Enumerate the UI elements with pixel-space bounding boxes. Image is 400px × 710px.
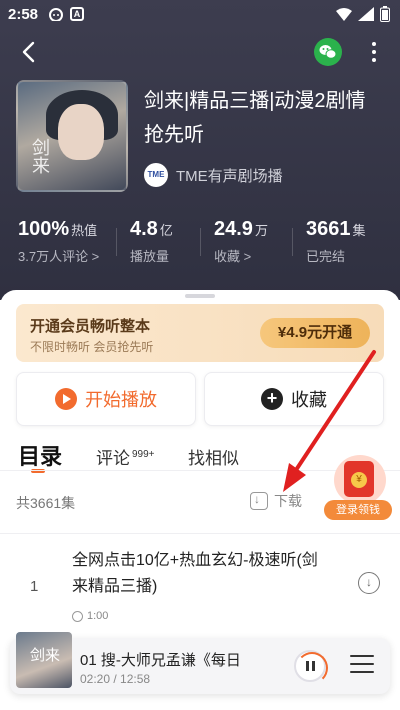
- pause-icon: [306, 661, 309, 671]
- stat-episodes: 3661 集 已完结: [306, 218, 366, 264]
- plus-icon: +: [261, 388, 283, 410]
- stat-plays-value: 4.8: [130, 218, 158, 240]
- episode-count: 共3661集: [16, 495, 76, 511]
- publisher[interactable]: TME TME有声剧场播: [144, 163, 283, 187]
- tab-similar[interactable]: 找相似: [188, 444, 239, 469]
- stat-favorites[interactable]: 24.9 万 收藏 >: [214, 218, 268, 265]
- status-bar: 2:58 A: [0, 0, 400, 30]
- stat-heat[interactable]: 100% 热值 3.7万人评论 >: [18, 218, 99, 265]
- action-buttons: 开始播放 + 收藏: [16, 372, 384, 426]
- stat-favorites-sub: 收藏 >: [214, 249, 252, 264]
- episode-meta: 1:00: [72, 610, 108, 622]
- stat-heat-value: 100%: [18, 218, 70, 240]
- stat-favorites-value: 24.9: [214, 218, 253, 240]
- list-item[interactable]: 1 全网点击10亿+热血玄幻-极速听(剑来精品三播) 1:00 ↓: [0, 542, 400, 632]
- playlist-icon: [350, 655, 374, 657]
- vip-title: 开通会员畅听整本: [30, 318, 151, 335]
- wechat-icon: [319, 45, 337, 59]
- player-title: 01 搜-大师兄孟谦《每日: [80, 652, 241, 669]
- publisher-logo: TME: [144, 163, 168, 187]
- comments-count: 999+: [132, 449, 155, 461]
- batch-download-button[interactable]: 下载: [250, 491, 302, 511]
- vip-open-button[interactable]: ¥4.9元开通: [260, 318, 370, 348]
- more-icon: [372, 42, 376, 46]
- login-reward-badge[interactable]: ¥ 登录领钱: [324, 455, 394, 525]
- publisher-name: TME有声剧场播: [176, 167, 283, 185]
- stat-plays-sub: 播放量: [130, 249, 170, 264]
- album-header: 2:58 A 剑来 剑来|精品三播|动漫2剧情抢先听 TME TME有声剧场播 …: [0, 0, 400, 300]
- pause-button[interactable]: [294, 650, 328, 684]
- album-title: 剑来|精品三播|动漫2剧情抢先听: [144, 90, 366, 146]
- favorite-button[interactable]: + 收藏: [204, 372, 384, 426]
- stat-episodes-value: 3661: [306, 218, 351, 240]
- status-right-icons: [336, 6, 390, 22]
- status-time: 2:58: [8, 6, 39, 23]
- mini-player[interactable]: 剑来 01 搜-大师兄孟谦《每日 02:20 / 12:58: [10, 632, 390, 694]
- stat-plays: 4.8 亿 播放量: [130, 218, 173, 264]
- player-cover-text: 剑来: [30, 646, 61, 664]
- clock-icon: [72, 610, 83, 622]
- top-nav: [0, 36, 400, 70]
- wechat-share-button[interactable]: [314, 38, 342, 66]
- battery-icon: [380, 6, 390, 22]
- album-cover[interactable]: 剑来: [16, 80, 128, 192]
- stats-row: 100% 热值 3.7万人评论 > 4.8 亿 播放量 24.9 万 收藏 > 366…: [0, 218, 400, 268]
- app-notification-icon: A: [70, 7, 84, 21]
- signal-icon: [358, 7, 374, 21]
- tab-comments[interactable]: 评论 999+: [96, 444, 155, 469]
- download-label: 下载: [274, 493, 302, 509]
- player-time: 02:20 / 12:58: [80, 672, 151, 686]
- episode-duration: 1:00: [87, 610, 109, 622]
- play-icon: [55, 388, 77, 410]
- episode-download-button[interactable]: ↓: [358, 572, 380, 594]
- stat-episodes-sub: 已完结: [306, 249, 346, 264]
- download-icon: [250, 492, 268, 510]
- vip-subtitle: 不限时畅听 会员抢先听: [30, 340, 154, 354]
- start-play-label: 开始播放: [85, 390, 157, 410]
- episode-index: 1: [30, 578, 39, 595]
- more-button[interactable]: [370, 40, 378, 64]
- stat-heat-sub: 3.7万人评论 >: [18, 249, 100, 264]
- player-cover[interactable]: 剑来: [16, 632, 72, 688]
- login-reward-label: 登录领钱: [324, 500, 392, 520]
- start-play-button[interactable]: 开始播放: [16, 372, 196, 426]
- sheet-handle[interactable]: [185, 294, 215, 298]
- cover-calligraphy: 剑来: [29, 138, 50, 174]
- back-button[interactable]: [18, 40, 42, 64]
- playlist-button[interactable]: [350, 655, 374, 677]
- android-icon: [48, 7, 64, 25]
- episode-title: 全网点击10亿+热血玄幻-极速听(剑来精品三播): [72, 552, 318, 595]
- status-notification-icons: A: [48, 7, 84, 25]
- wifi-icon: [336, 8, 352, 21]
- tab-catalog[interactable]: 目录: [18, 439, 62, 471]
- vip-banner[interactable]: 开通会员畅听整本 不限时畅听 会员抢先听 ¥4.9元开通: [16, 304, 384, 362]
- coin-icon: ¥: [351, 472, 367, 488]
- favorite-label: 收藏: [291, 390, 327, 410]
